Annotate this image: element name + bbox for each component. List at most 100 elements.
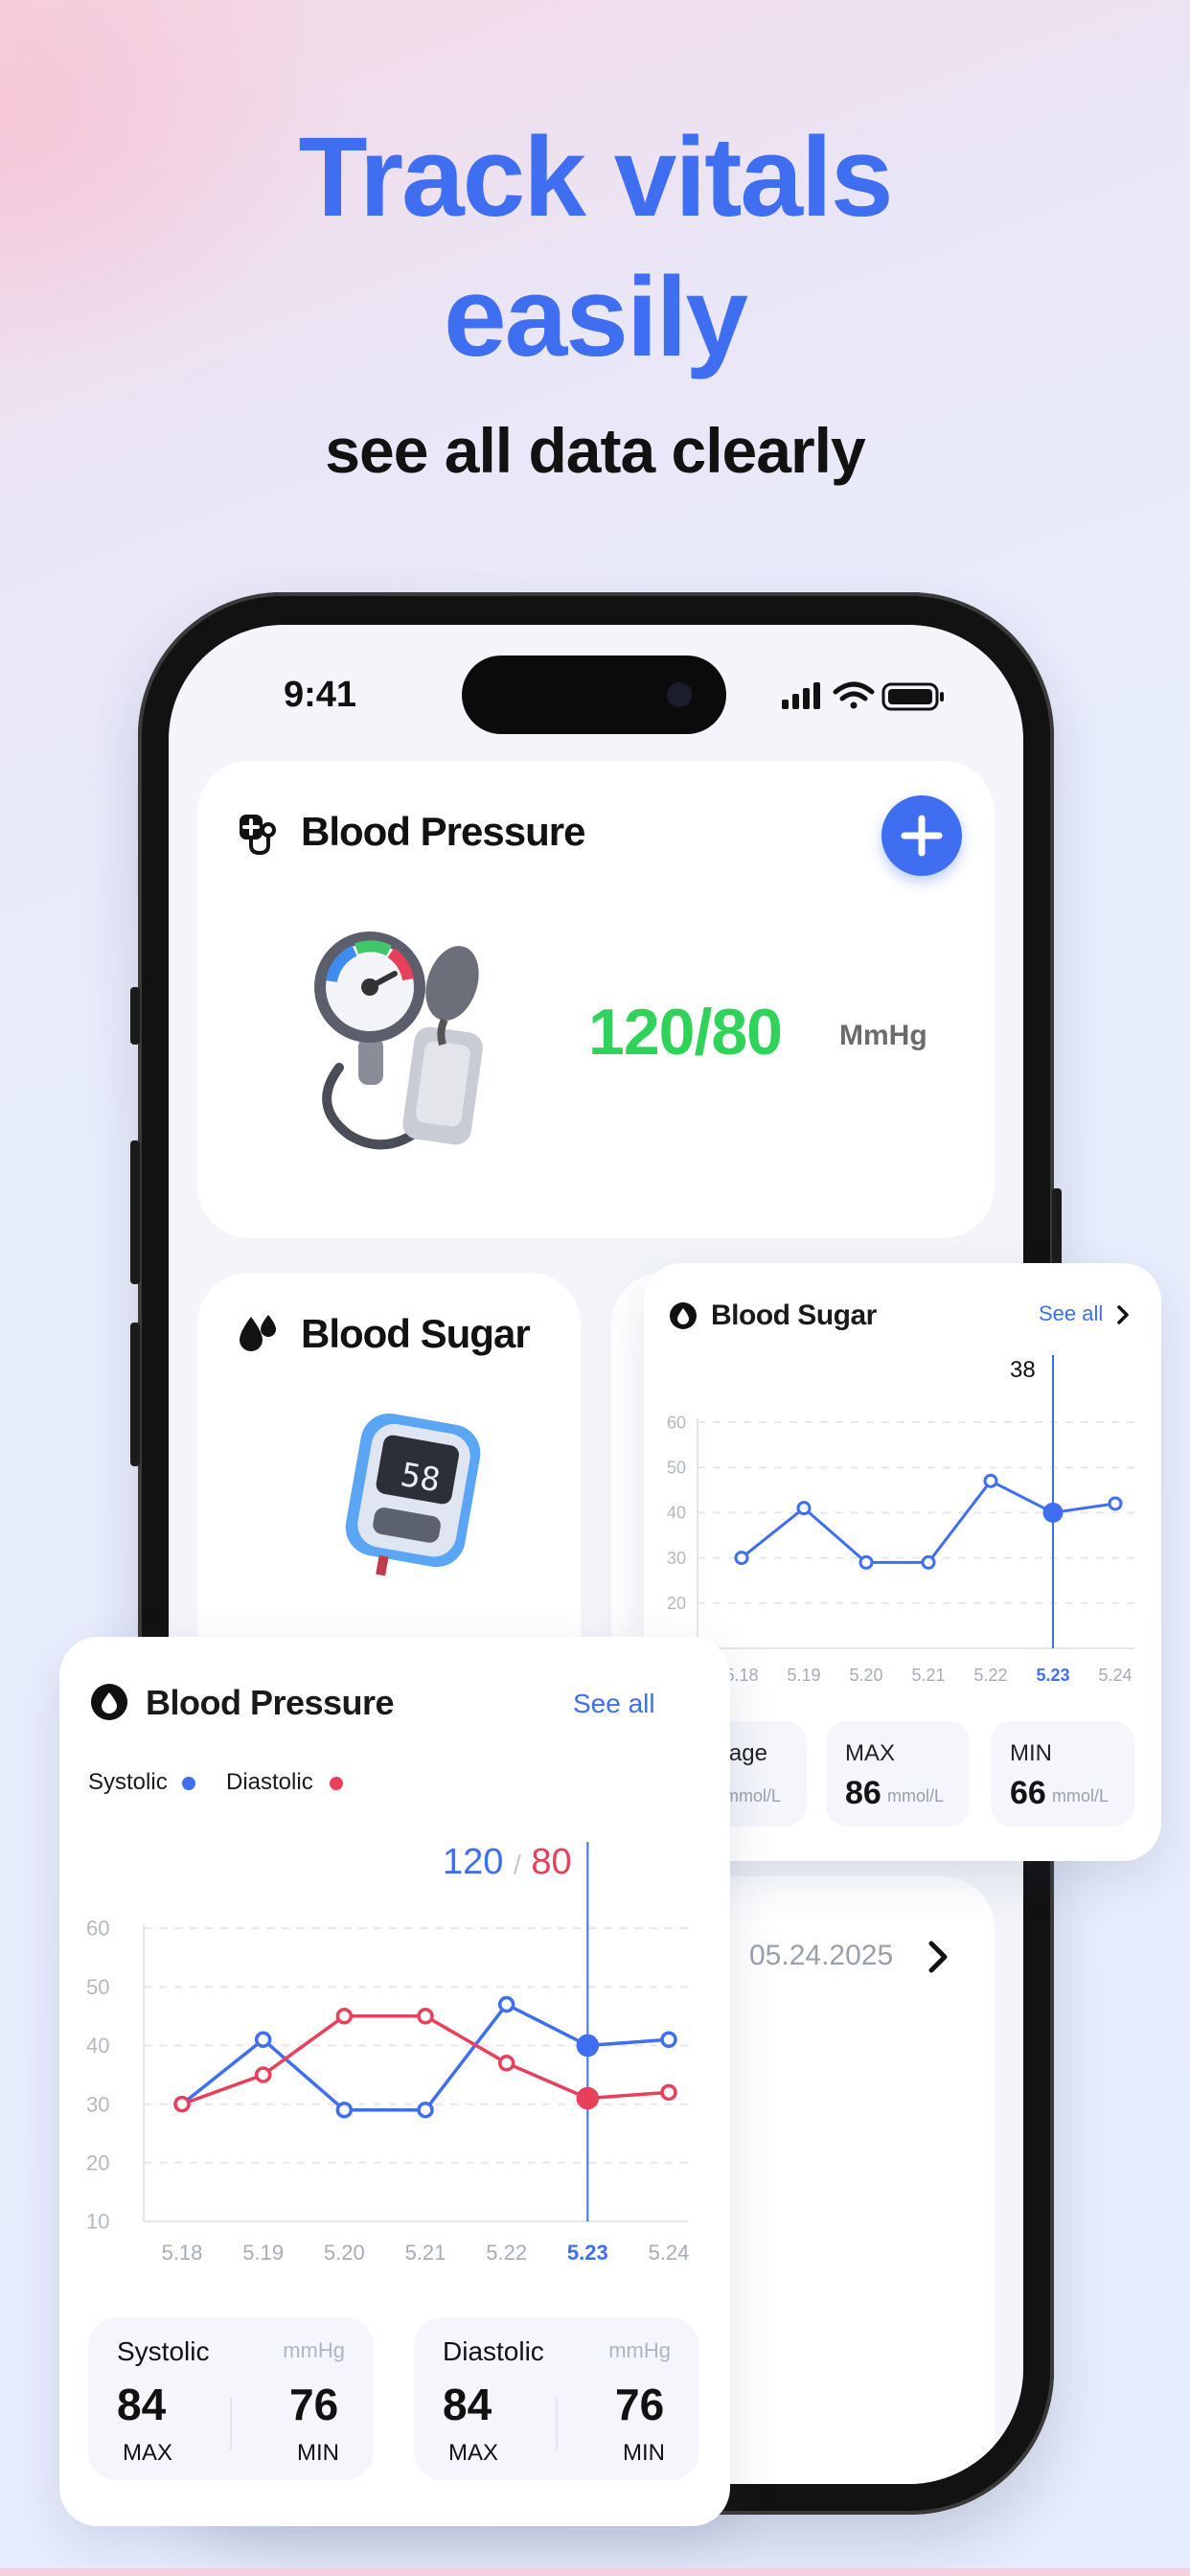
diastolic-max-label: MAX <box>448 2440 499 2466</box>
x-tick-label: 5.20 <box>324 2241 365 2265</box>
y-tick-label: 50 <box>667 1459 686 1478</box>
x-tick-label: 5.23 <box>567 2241 608 2265</box>
systolic-min-value: 76 <box>289 2380 339 2429</box>
diastolic-stat-box: Diastolic mmHg 84 MAX 76 MIN <box>414 2317 699 2480</box>
sugar-min-box: MIN 66 mmol/L <box>991 1721 1134 1827</box>
drops-icon <box>240 1315 276 1351</box>
svg-text:58: 58 <box>398 1456 443 1501</box>
y-tick-label: 20 <box>667 1594 686 1613</box>
data-point <box>576 2034 600 2058</box>
sugar-max-box: MAX 86 mmol/L <box>826 1721 970 1827</box>
data-point <box>417 2008 434 2025</box>
status-time: 9:41 <box>284 675 357 715</box>
bottom-strip <box>0 2568 1190 2576</box>
data-point <box>335 2101 354 2119</box>
diastolic-min-value: 76 <box>615 2380 665 2429</box>
diastolic-stat-title: Diastolic <box>443 2336 544 2366</box>
sugar-min-label: MIN <box>1010 1740 1052 1766</box>
y-tick-label: 10 <box>86 2210 109 2234</box>
y-tick-label: 40 <box>667 1504 686 1523</box>
phone-volume-up-button <box>130 1140 140 1284</box>
hero-title-line1: Track vitals <box>298 114 894 241</box>
battery-icon <box>881 682 944 711</box>
x-tick-label: 5.24 <box>1098 1666 1132 1685</box>
cellular-signal-icon <box>782 682 820 709</box>
phone-side-button <box>130 987 140 1045</box>
systolic-divider <box>230 2398 232 2450</box>
y-tick-label: 40 <box>86 2034 109 2058</box>
data-point <box>1108 1496 1123 1511</box>
hero-subtitle: see all data clearly <box>325 415 865 486</box>
blood-pressure-unit: MmHg <box>839 1020 927 1051</box>
blood-sugar-title: Blood Sugar <box>301 1311 531 1356</box>
x-tick-label: 5.23 <box>1036 1666 1069 1685</box>
sugar-min-unit: mmol/L <box>1052 1786 1110 1806</box>
data-point <box>417 2101 434 2119</box>
data-point <box>734 1551 749 1566</box>
x-tick-label: 5.19 <box>787 1666 820 1685</box>
systolic-min-label: MIN <box>297 2440 339 2466</box>
y-tick-label: 20 <box>86 2151 109 2175</box>
x-tick-label: 5.21 <box>405 2241 446 2265</box>
diastolic-stat-unit: mmHg <box>608 2338 671 2362</box>
phone-volume-down-button <box>130 1322 140 1466</box>
systolic-stat-unit: mmHg <box>283 2338 345 2362</box>
x-tick-label: 5.18 <box>162 2241 203 2265</box>
data-point <box>173 2095 191 2113</box>
blood-pressure-card[interactable]: Blood Pressure 120/80 MmHg <box>197 761 995 1238</box>
data-point <box>576 2086 600 2110</box>
history-date: 05.24.2025 <box>749 1940 894 1971</box>
blood-pressure-chart-card: Blood Pressure See all Systolic Diastoli… <box>59 1637 730 2526</box>
plus-icon <box>901 815 943 857</box>
data-point <box>796 1501 812 1516</box>
front-camera <box>667 682 692 707</box>
y-tick-label: 60 <box>667 1413 686 1432</box>
add-reading-button[interactable] <box>881 795 962 876</box>
blood-pressure-icon <box>240 815 276 855</box>
x-tick-label: 5.24 <box>649 2241 690 2265</box>
systolic-max-label: MAX <box>123 2440 173 2466</box>
y-tick-label: 30 <box>667 1549 686 1568</box>
diastolic-divider <box>556 2398 558 2450</box>
glucose-meter-illustration: 58 <box>345 1413 481 1576</box>
sugar-max-unit: mmol/L <box>887 1786 945 1806</box>
systolic-stat-box: Systolic mmHg 84 MAX 76 MIN <box>88 2317 374 2480</box>
data-point <box>1042 1502 1064 1523</box>
data-point <box>660 2083 677 2102</box>
sphygmomanometer-illustration <box>314 932 483 1150</box>
data-point <box>660 2031 677 2049</box>
data-point <box>497 2055 515 2072</box>
x-tick-label: 5.19 <box>242 2241 284 2265</box>
x-tick-label: 5.22 <box>486 2241 527 2265</box>
systolic-stat-title: Systolic <box>117 2336 210 2366</box>
x-tick-label: 5.21 <box>911 1666 945 1685</box>
blood-pressure-title: Blood Pressure <box>301 809 585 854</box>
systolic-max-value: 84 <box>117 2380 167 2429</box>
blood-pressure-value: 120/80 <box>588 996 783 1069</box>
sugar-max-value: 86 <box>845 1775 881 1811</box>
data-point <box>497 1995 515 2013</box>
series-line-0 <box>741 1479 1116 1564</box>
data-point <box>983 1473 998 1488</box>
y-tick-label: 60 <box>86 1917 109 1941</box>
data-point <box>921 1554 936 1570</box>
sugar-average-unit: mmol/L <box>724 1786 782 1806</box>
diastolic-min-label: MIN <box>623 2440 665 2466</box>
x-tick-label: 5.20 <box>849 1666 882 1685</box>
x-tick-label: 5.22 <box>973 1666 1007 1685</box>
data-point <box>858 1554 874 1570</box>
diastolic-max-value: 84 <box>443 2380 492 2429</box>
data-point <box>254 2066 272 2083</box>
chevron-right-icon[interactable] <box>926 1938 950 1976</box>
blood-pressure-line-chart: 10 20 30 40 50 60 5.18 5.19 5.20 5.21 5.22 5.23 5.24 <box>86 1842 690 2265</box>
y-tick-label: 30 <box>86 2092 109 2116</box>
blood-sugar-line-chart: 1020304050605.185.195.205.215.225.235.24 <box>667 1355 1134 1685</box>
data-point <box>335 2008 354 2025</box>
sugar-max-label: MAX <box>845 1740 896 1766</box>
y-tick-label: 50 <box>86 1975 109 1999</box>
hero-title-line2: easily <box>443 254 748 380</box>
status-icons <box>782 681 944 711</box>
data-point <box>254 2031 272 2049</box>
sugar-min-value: 66 <box>1010 1775 1046 1811</box>
wifi-icon <box>833 681 875 709</box>
